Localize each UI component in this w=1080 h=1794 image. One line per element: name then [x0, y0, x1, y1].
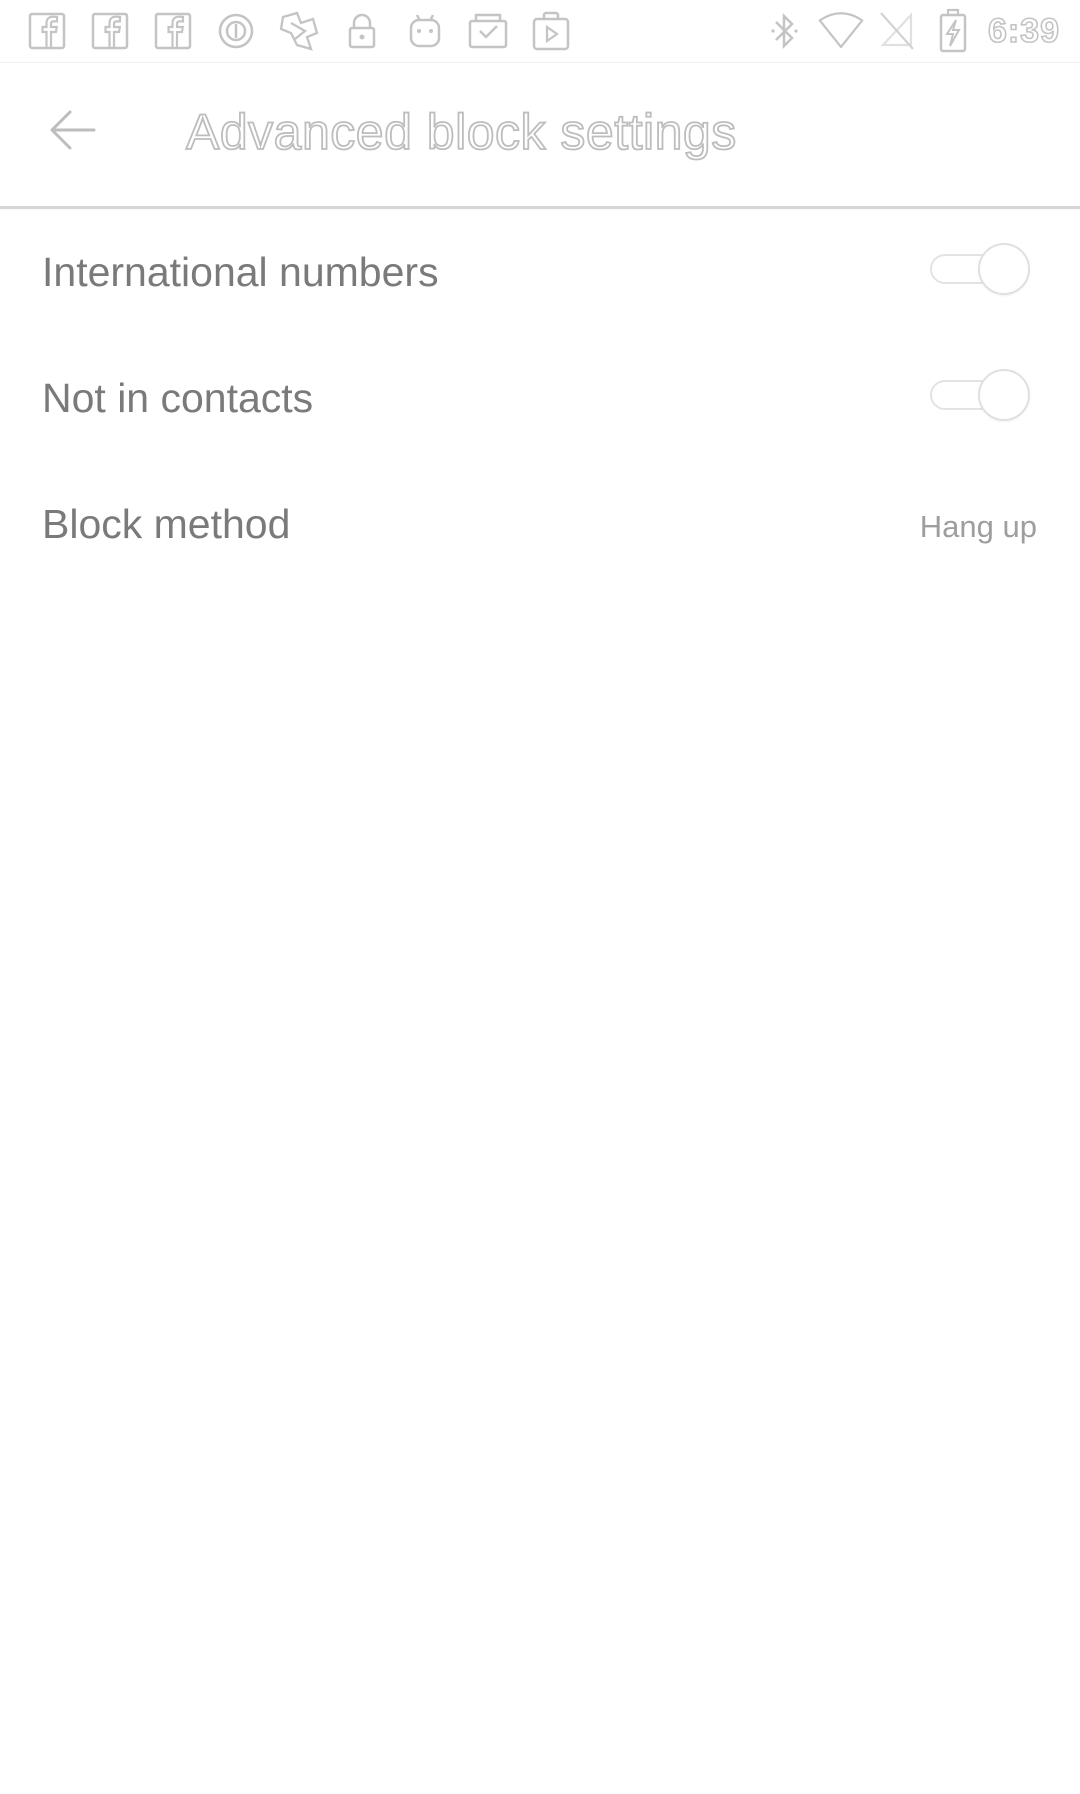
- bluetooth-icon: [762, 8, 808, 54]
- international-numbers-toggle[interactable]: [928, 243, 1030, 295]
- android-icon: [402, 8, 448, 54]
- compass-icon: [276, 8, 322, 54]
- toolbar: Advanced block settings: [0, 62, 1080, 209]
- arrow-left-icon: [44, 106, 100, 159]
- system-status-icons: 6:39: [752, 8, 1060, 54]
- facebook-icon: [24, 8, 70, 54]
- toggle-knob: [978, 369, 1030, 421]
- setting-label: International numbers: [42, 249, 439, 295]
- no-sim-icon: [874, 8, 920, 54]
- clipboard-check-icon: [465, 8, 511, 54]
- settings-list: International numbers Not in contacts Bl…: [0, 209, 1080, 587]
- status-time: 6:39: [987, 11, 1060, 51]
- notification-icons: [24, 8, 591, 54]
- setting-label: Not in contacts: [42, 375, 314, 421]
- block-method-value: Hang up: [919, 509, 1037, 544]
- toggle-knob: [978, 243, 1030, 295]
- wifi-icon: [818, 8, 864, 54]
- facebook-icon: [87, 8, 133, 54]
- back-button[interactable]: [36, 100, 108, 164]
- setting-international-numbers[interactable]: International numbers: [0, 209, 1080, 335]
- screen: 6:39 Advanced block settings Internation…: [0, 0, 1080, 1794]
- battery-charging-icon: [930, 8, 976, 54]
- facebook-icon: [150, 8, 196, 54]
- lock-icon: [339, 8, 385, 54]
- status-bar: 6:39: [0, 0, 1080, 63]
- setting-not-in-contacts[interactable]: Not in contacts: [0, 335, 1080, 461]
- setting-label: Block method: [42, 501, 291, 547]
- play-store-icon: [528, 8, 574, 54]
- circle-notification-icon: [213, 8, 259, 54]
- not-in-contacts-toggle[interactable]: [928, 369, 1030, 421]
- setting-block-method[interactable]: Block method Hang up: [0, 461, 1080, 587]
- page-title: Advanced block settings: [185, 103, 737, 161]
